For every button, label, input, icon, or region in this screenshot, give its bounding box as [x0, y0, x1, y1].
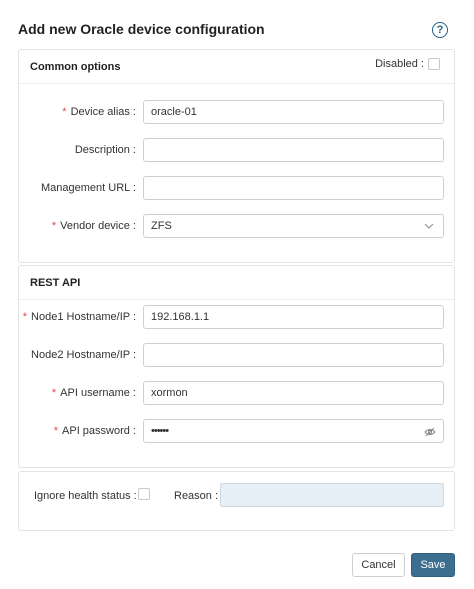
api-password-input[interactable]: •••••• [143, 419, 444, 443]
cancel-button[interactable]: Cancel [352, 553, 405, 577]
required-marker: * [51, 220, 57, 232]
disabled-toggle: Disabled : [375, 58, 440, 70]
description-row: Description : [19, 138, 454, 162]
api-username-row: * API username : xormon [19, 381, 454, 405]
eye-slash-icon[interactable] [424, 426, 436, 438]
vendor-device-label: * Vendor device : [51, 220, 136, 232]
help-icon[interactable]: ? [432, 22, 448, 38]
api-password-row: * API password : •••••• [19, 419, 454, 443]
save-button[interactable]: Save [411, 553, 455, 577]
required-marker: * [53, 425, 59, 437]
chevron-down-icon [424, 223, 434, 229]
reason-input [220, 483, 444, 507]
health-section: Ignore health status : Reason : [18, 471, 455, 531]
device-alias-row: * Device alias : oracle-01 [19, 100, 454, 124]
description-input[interactable] [143, 138, 444, 162]
device-alias-input[interactable]: oracle-01 [143, 100, 444, 124]
rest-api-header: REST API [19, 266, 454, 300]
required-marker: * [51, 387, 57, 399]
ignore-health-label: Ignore health status : [34, 490, 137, 502]
device-alias-label: * Device alias : [62, 106, 136, 118]
node1-input[interactable]: 192.168.1.1 [143, 305, 444, 329]
disabled-checkbox[interactable] [428, 58, 440, 70]
dialog-title: Add new Oracle device configuration [18, 21, 265, 37]
ignore-health-checkbox[interactable] [138, 488, 150, 500]
section-title: REST API [30, 277, 81, 289]
api-username-input[interactable]: xormon [143, 381, 444, 405]
api-password-value: •••••• [151, 425, 169, 437]
management-url-label: Management URL : [41, 182, 136, 194]
api-password-label: * API password : [53, 425, 136, 437]
required-marker: * [62, 106, 67, 118]
common-options-section: Common options Disabled : * Device alias … [18, 49, 455, 263]
reason-label: Reason : [174, 490, 219, 502]
common-options-header: Common options Disabled : [19, 50, 454, 84]
vendor-device-select[interactable]: ZFS [143, 214, 444, 238]
api-username-label: * API username : [51, 387, 136, 399]
management-url-row: Management URL : [19, 176, 454, 200]
node1-row: * Node1 Hostname/IP : 192.168.1.1 [19, 305, 454, 329]
node2-label: Node2 Hostname/IP : [31, 349, 136, 361]
vendor-device-value: ZFS [151, 220, 172, 232]
management-url-input[interactable] [143, 176, 444, 200]
disabled-label: Disabled : [375, 58, 424, 70]
node1-label: * Node1 Hostname/IP : [22, 311, 136, 323]
rest-api-section: REST API * Node1 Hostname/IP : 192.168.1.… [18, 265, 455, 468]
node2-input[interactable] [143, 343, 444, 367]
description-label: Description : [74, 144, 136, 156]
node2-row: Node2 Hostname/IP : [19, 343, 454, 367]
required-marker: * [22, 311, 28, 323]
section-title: Common options [30, 61, 121, 73]
vendor-device-row: * Vendor device : ZFS [19, 214, 454, 238]
